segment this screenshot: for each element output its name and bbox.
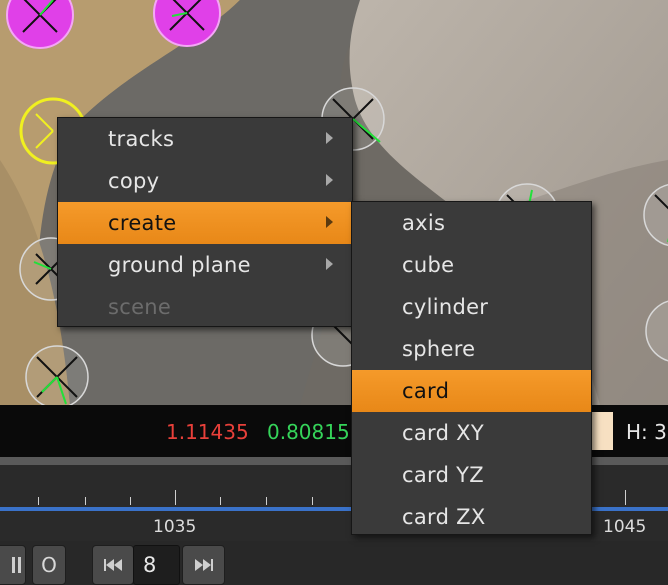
- submenu-item-label: card XY: [402, 421, 484, 445]
- timeline-label: 1035: [153, 517, 197, 537]
- submenu-item-label: axis: [402, 211, 446, 235]
- timeline-tick: [130, 497, 131, 505]
- track-marker-magenta-2[interactable]: [152, 0, 222, 48]
- timeline-tick: [220, 497, 221, 505]
- create-submenu: axis cube cylinder sphere card card XY c…: [351, 201, 592, 535]
- submenu-item-label: sphere: [402, 337, 476, 361]
- menu-item-label: tracks: [108, 127, 175, 151]
- context-menu: tracks copy create ground plane scene: [57, 117, 353, 327]
- menu-item-label: scene: [108, 295, 172, 319]
- timeline-tick: [312, 497, 313, 505]
- step-forward-button[interactable]: [182, 545, 225, 585]
- timeline-label: 1045: [603, 517, 647, 537]
- menu-item-label: create: [108, 211, 177, 235]
- submenu-item-sphere[interactable]: sphere: [352, 328, 591, 370]
- submenu-item-card-xy[interactable]: card XY: [352, 412, 591, 454]
- rewind-icon: [104, 559, 122, 571]
- submenu-arrow-icon: [326, 132, 333, 144]
- play-pause-button[interactable]: [0, 545, 26, 585]
- step-back-button[interactable]: [92, 545, 134, 585]
- green-channel-value: 0.80815: [267, 420, 350, 444]
- submenu-item-card-zx[interactable]: card ZX: [352, 496, 591, 538]
- submenu-arrow-icon: [326, 258, 333, 270]
- track-marker-3[interactable]: [640, 180, 668, 250]
- timeline-tick: [85, 497, 86, 505]
- menu-item-copy[interactable]: copy: [58, 160, 352, 202]
- color-swatch: [592, 412, 613, 450]
- submenu-arrow-icon: [326, 174, 333, 186]
- timeline-tick: [266, 497, 267, 505]
- menu-item-create[interactable]: create: [58, 202, 352, 244]
- submenu-item-card-yz[interactable]: card YZ: [352, 454, 591, 496]
- submenu-item-label: cylinder: [402, 295, 489, 319]
- submenu-item-label: card: [402, 379, 450, 403]
- timeline-tick: [38, 497, 39, 505]
- menu-item-ground-plane[interactable]: ground plane: [58, 244, 352, 286]
- frame-increment-value: 8: [143, 553, 157, 577]
- menu-item-label: ground plane: [108, 253, 251, 277]
- timeline-tick-major: [175, 490, 176, 505]
- submenu-item-label: card YZ: [402, 463, 484, 487]
- o-button-label: O: [41, 553, 57, 577]
- menu-item-scene: scene: [58, 286, 352, 328]
- menu-item-label: copy: [108, 169, 160, 193]
- track-marker-7[interactable]: [22, 342, 92, 405]
- pause-icon: [11, 557, 15, 573]
- submenu-item-label: cube: [402, 253, 455, 277]
- submenu-item-cylinder[interactable]: cylinder: [352, 286, 591, 328]
- fast-forward-icon: [194, 559, 213, 571]
- submenu-item-label: card ZX: [402, 505, 486, 529]
- o-button[interactable]: O: [32, 545, 66, 585]
- timeline-tick-major: [625, 490, 626, 505]
- track-marker-6[interactable]: [642, 296, 668, 366]
- red-channel-value: 1.11435: [166, 420, 249, 444]
- menu-item-tracks[interactable]: tracks: [58, 118, 352, 160]
- submenu-item-card[interactable]: card: [352, 370, 591, 412]
- track-marker-magenta[interactable]: [5, 0, 75, 50]
- submenu-item-cube[interactable]: cube: [352, 244, 591, 286]
- height-label: H: 3: [626, 420, 667, 444]
- submenu-arrow-icon: [326, 216, 333, 228]
- submenu-item-axis[interactable]: axis: [352, 202, 591, 244]
- frame-increment-field[interactable]: 8: [133, 545, 180, 585]
